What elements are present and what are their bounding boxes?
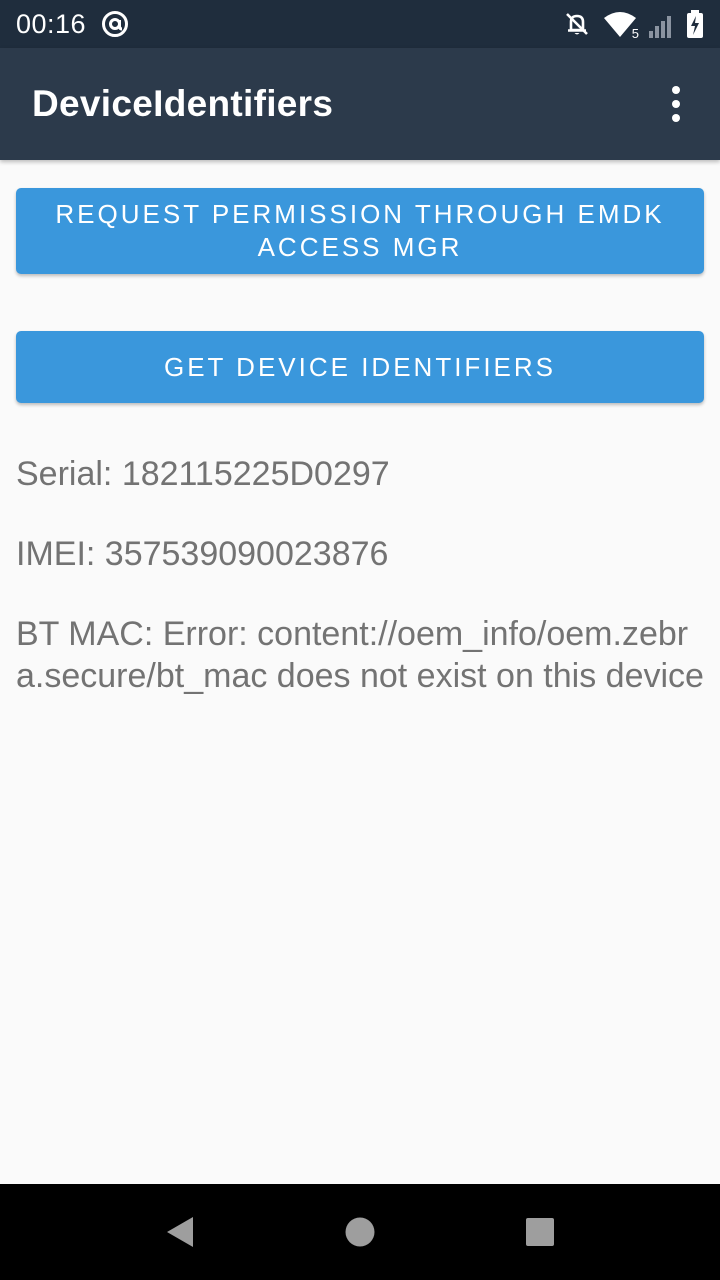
signal-icon — [648, 9, 676, 39]
back-icon[interactable] — [140, 1192, 220, 1272]
menu-dot — [672, 86, 680, 94]
wifi-badge: 5 — [630, 26, 640, 41]
menu-dot — [672, 100, 680, 108]
status-bar: 00:16 5 — [0, 0, 720, 48]
home-icon[interactable] — [320, 1192, 400, 1272]
navigation-bar — [0, 1184, 720, 1280]
imei-text: IMEI: 357539090023876 — [16, 535, 389, 573]
status-time: 00:16 — [16, 8, 87, 39]
menu-dot — [672, 114, 680, 122]
recents-icon[interactable] — [500, 1192, 580, 1272]
status-icons: 5 — [562, 9, 704, 41]
wifi-icon: 5 — [602, 9, 640, 41]
bt-mac-text: BT MAC: Error: content://oem_info/oem.ze… — [16, 615, 704, 695]
app-title: DeviceIdentifiers — [32, 83, 334, 124]
get-device-identifiers-button[interactable]: GET DEVICE IDENTIFIERS — [16, 331, 704, 403]
battery-charging-icon — [686, 9, 704, 39]
notifications-off-icon — [562, 9, 592, 39]
main-content: REQUEST PERMISSION THROUGH EMDK ACCESS M… — [0, 160, 720, 697]
app-bar: DeviceIdentifiers — [0, 48, 720, 160]
request-permission-button[interactable]: REQUEST PERMISSION THROUGH EMDK ACCESS M… — [16, 188, 704, 274]
at-sign-icon — [100, 9, 130, 39]
overflow-menu-icon[interactable] — [652, 80, 700, 128]
serial-text: Serial: 182115225D0297 — [16, 455, 390, 493]
